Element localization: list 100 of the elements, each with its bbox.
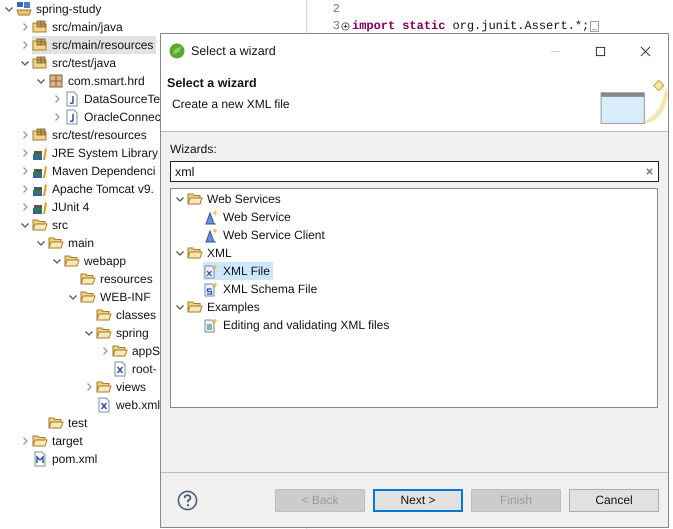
tree-item[interactable]: spring-study (16, 0, 104, 18)
source-folder-icon (32, 37, 48, 53)
line-number: 3 (332, 19, 340, 33)
folder-icon (80, 289, 96, 305)
chevron-right-icon[interactable] (20, 22, 30, 32)
folder-icon (96, 379, 112, 395)
tree-item[interactable]: webapp (64, 252, 130, 270)
tree-item-label: webapp (84, 254, 126, 268)
expand-fold-icon[interactable] (341, 22, 350, 30)
tree-item-label: com.smart.hrd (68, 74, 145, 88)
tree-item-label: Web Service (223, 210, 291, 224)
tree-item-label: src/main/resources (52, 38, 154, 52)
tree-item[interactable]: XML (187, 244, 235, 262)
tree-item[interactable]: Apache Tomcat v9. (32, 180, 157, 198)
dialog-button[interactable]: Cancel (569, 488, 659, 512)
page-description: Create a new XML file (171, 97, 291, 111)
tree-item[interactable]: JUnit 4 (32, 198, 92, 216)
tree-item[interactable]: XML Schema File (203, 280, 320, 298)
maven-file-icon (32, 451, 48, 467)
chevron-down-icon[interactable] (36, 76, 46, 86)
tree-item[interactable]: com.smart.hrd (48, 72, 148, 90)
clear-icon[interactable] (645, 167, 654, 176)
folder-icon (187, 191, 203, 207)
tree-item-label: target (52, 434, 83, 448)
chevron-right-icon[interactable] (20, 130, 30, 140)
chevron-right-icon[interactable] (20, 148, 30, 158)
tree-item-label: XML Schema File (223, 282, 318, 296)
folder-icon (187, 299, 203, 315)
tree-item-label: JRE System Library (52, 146, 158, 160)
tree-item[interactable]: spring (96, 324, 152, 342)
chevron-right-icon[interactable] (20, 436, 30, 446)
chevron-right-icon[interactable] (20, 166, 30, 176)
tree-item-label: Maven Dependenci (52, 164, 156, 178)
maximize-icon[interactable] (595, 46, 606, 56)
chevron-down-icon[interactable] (175, 248, 185, 258)
tree-item[interactable]: OracleConnec (64, 108, 164, 126)
tree-item[interactable]: root- (112, 360, 160, 378)
folded-code-icon[interactable] (590, 20, 600, 32)
tree-item-label: pom.xml (52, 452, 98, 466)
tree-item[interactable]: Examples (187, 298, 263, 316)
java-file-icon (64, 91, 80, 107)
tree-item-label: WEB-INF (100, 290, 151, 304)
code-token: import (352, 19, 396, 33)
tree-item[interactable]: Maven Dependenci (32, 162, 158, 180)
tree-item-label: classes (116, 308, 156, 322)
source-folder-icon (32, 55, 48, 71)
folder-icon (112, 343, 128, 359)
chevron-down-icon[interactable] (20, 220, 30, 230)
tree-item[interactable]: src/main/resources (32, 36, 156, 54)
code-token: static (402, 19, 446, 33)
chevron-down-icon[interactable] (84, 328, 94, 338)
tree-item[interactable]: classes (96, 306, 160, 324)
tree-item[interactable]: web.xml (96, 396, 164, 414)
filter-field[interactable]: xml (170, 161, 659, 182)
chevron-right-icon[interactable] (20, 202, 30, 212)
chevron-right-icon[interactable] (52, 94, 62, 104)
tree-item-label: src/main/java (52, 20, 123, 34)
tree-item[interactable]: src/test/java (32, 54, 120, 72)
folder-icon (96, 307, 112, 323)
tree-item[interactable]: main (48, 234, 98, 252)
project-icon (16, 1, 32, 17)
chevron-right-icon[interactable] (20, 184, 30, 194)
tree-item[interactable]: XML File (203, 262, 273, 280)
tree-item[interactable]: src/test/resources (32, 126, 150, 144)
tree-item[interactable]: target (32, 432, 86, 450)
source-folder-icon (32, 127, 48, 143)
chevron-down-icon[interactable] (52, 256, 62, 266)
tree-item[interactable]: DataSourceTe (64, 90, 164, 108)
chevron-down-icon[interactable] (175, 302, 185, 312)
tree-item[interactable]: WEB-INF (80, 288, 154, 306)
tree-item[interactable]: appS (112, 342, 164, 360)
chevron-down-icon[interactable] (36, 238, 46, 248)
tree-item[interactable]: test (48, 414, 90, 432)
tree-item[interactable]: views (96, 378, 150, 396)
close-icon[interactable] (640, 46, 651, 56)
chevron-right-icon[interactable] (84, 382, 94, 392)
tree-item[interactable]: src/main/java (32, 18, 126, 36)
tree-item[interactable]: Editing and validating XML files (203, 316, 392, 334)
dialog-button[interactable]: Next > (373, 488, 463, 512)
code-token: org.junit.Assert.*; (452, 19, 590, 33)
tree-item[interactable]: Web Service Client (203, 226, 328, 244)
tree-item[interactable]: src (32, 216, 71, 234)
tree-item[interactable]: resources (80, 270, 156, 288)
chevron-right-icon[interactable] (52, 112, 62, 122)
chevron-down-icon[interactable] (4, 4, 14, 14)
chevron-down-icon[interactable] (20, 58, 30, 68)
chevron-down-icon[interactable] (175, 194, 185, 204)
tree-item-label: root- (132, 362, 157, 376)
tree-item[interactable]: pom.xml (32, 450, 100, 468)
chevron-right-icon[interactable] (100, 346, 110, 356)
help-icon[interactable] (177, 490, 198, 510)
tree-item[interactable]: Web Services (187, 190, 284, 208)
library-icon (32, 199, 48, 215)
chevron-down-icon[interactable] (68, 292, 78, 302)
folder-icon (96, 325, 112, 341)
chevron-right-icon[interactable] (20, 40, 30, 50)
tree-item-label: Web Services (207, 192, 281, 206)
tree-item-label: Apache Tomcat v9. (52, 182, 154, 196)
tree-item[interactable]: JRE System Library (32, 144, 162, 162)
tree-item[interactable]: Web Service (203, 208, 294, 226)
